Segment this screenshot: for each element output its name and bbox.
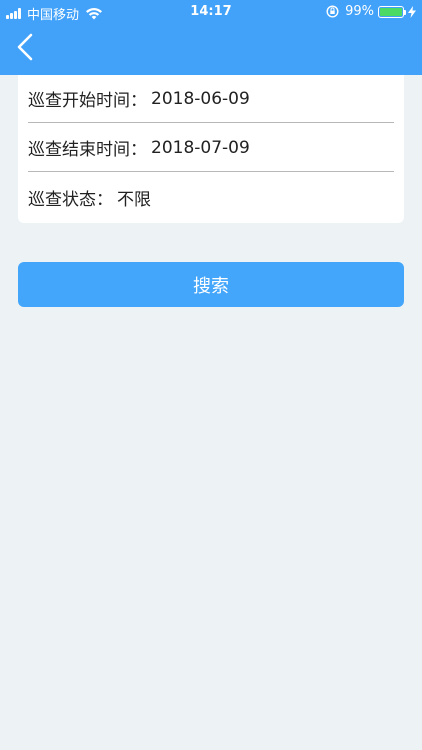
orientation-lock-icon (326, 5, 339, 18)
chevron-left-icon (17, 33, 33, 61)
status-label: 巡查状态： (28, 189, 113, 210)
end-time-label: 巡查结束时间： (28, 140, 147, 160)
start-time-row[interactable]: 巡查开始时间： 2018-06-09 (28, 75, 394, 123)
end-time-value: 2018-07-09 (151, 137, 250, 158)
status-value: 不限 (117, 189, 151, 210)
back-button[interactable] (14, 32, 40, 62)
charging-bolt-icon (408, 5, 416, 18)
battery-icon (378, 5, 406, 18)
search-filter-card: 巡查开始时间： 2018-06-09 巡查结束时间： 2018-07-09 巡查… (18, 75, 404, 223)
app-header: 中国移动 14:17 99% (0, 0, 422, 75)
end-time-row[interactable]: 巡查结束时间： 2018-07-09 (28, 124, 394, 172)
status-bar: 中国移动 14:17 99% (0, 0, 422, 24)
start-time-label: 巡查开始时间： (28, 91, 147, 111)
start-time-value: 2018-06-09 (151, 88, 250, 109)
search-button[interactable]: 搜索 (18, 262, 404, 307)
battery-percent: 99% (345, 4, 374, 19)
status-row[interactable]: 巡查状态： 不限 (28, 173, 394, 221)
